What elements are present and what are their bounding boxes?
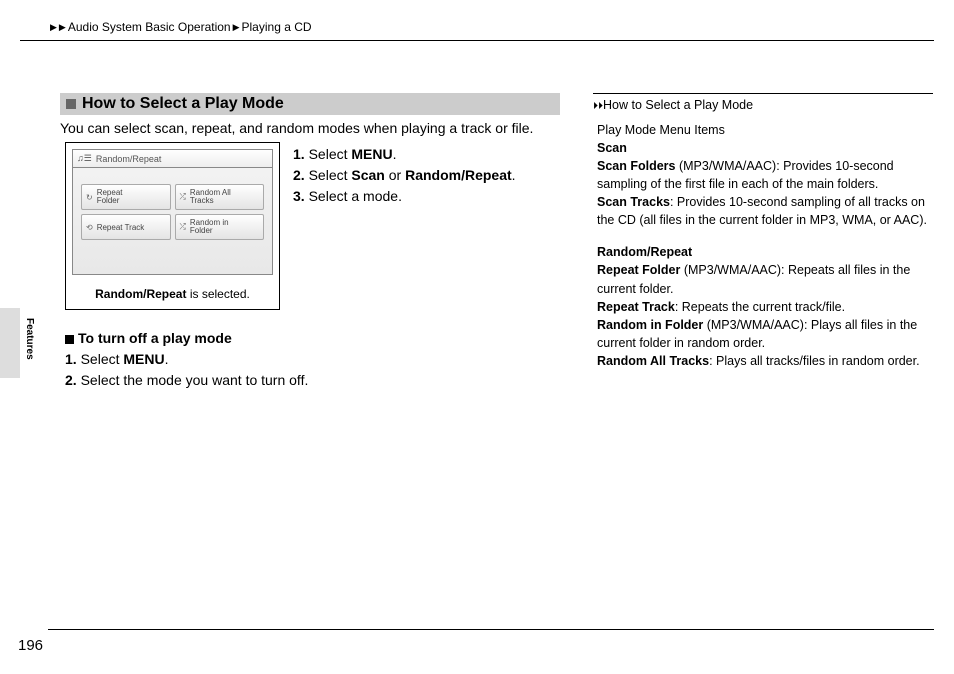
repeat-track-bold: Repeat Track [597,300,675,314]
side-tab [0,308,20,378]
step-num: 3. [293,188,309,204]
step-num: 1. [293,146,309,162]
steps-list: 1. Select MENU. 2. Select Scan or Random… [293,144,516,207]
step-1: 1. Select MENU. [293,144,516,165]
random-in-folder-line: Random in Folder (MP3/WMA/AAC): Plays al… [597,316,931,352]
repeat-folder-line: Repeat Folder (MP3/WMA/AAC): Repeats all… [597,261,931,297]
figure-caption: Random/Repeat is selected. [66,281,279,309]
repeat-icon: ⟲ [86,223,93,232]
screen-header: ♫☰ Random/Repeat [73,150,272,168]
menu-bold: MENU [123,351,164,367]
repeat-track-line: Repeat Track: Repeats the current track/… [597,298,931,316]
button-label: Repeat Track [97,223,145,232]
shuffle-icon: ⤮ [180,222,186,232]
random-all-tracks-text: : Plays all tracks/files in random order… [709,354,920,368]
step-text: Select [309,146,352,162]
sidebar-heading-row: ⏵⏵How to Select a Play Mode [593,96,933,115]
music-note-icon: ♫☰ [77,153,92,164]
triangle-icon: ▶ [233,22,240,33]
random-repeat-heading: Random/Repeat [597,245,692,259]
step-2: 2. Select Scan or Random/Repeat. [293,165,516,186]
sidebar-body: Play Mode Menu Items Scan Scan Folders (… [593,115,933,371]
page-number: 196 [18,637,43,654]
section-heading-bar: How to Select a Play Mode [60,93,560,115]
scan-bold: Scan [351,167,384,183]
screenshot-figure: ♫☰ Random/Repeat ↻ Repeat Folder ⤮ Rando… [65,142,280,310]
divider [48,629,934,630]
turn-off-section: To turn off a play mode 1. Select MENU. … [65,328,308,391]
side-tab-label: Features [24,318,35,360]
turn-off-step-2: 2. Select the mode you want to turn off. [65,370,308,391]
random-all-tracks-bold: Random All Tracks [597,354,709,368]
random-all-tracks-line: Random All Tracks: Plays all tracks/file… [597,352,931,370]
step-num: 1. [65,351,81,367]
scan-tracks-bold: Scan Tracks [597,195,670,209]
screen-title: Random/Repeat [96,154,162,164]
play-mode-items-label: Play Mode Menu Items [597,121,931,139]
screen-button-repeat-folder: ↻ Repeat Folder [81,184,171,210]
scan-tracks-line: Scan Tracks: Provides 10-second sampling… [597,193,931,229]
button-label: Random in Folder [190,219,229,235]
button-label: Repeat Folder [97,189,123,205]
breadcrumb-b: Playing a CD [242,20,312,34]
repeat-track-text: : Repeats the current track/file. [675,300,845,314]
screen-button-repeat-track: ⟲ Repeat Track [81,214,171,240]
step-text: Select a mode. [309,188,402,204]
turn-off-step-1: 1. Select MENU. [65,349,308,370]
step-text: Select [309,167,352,183]
section-title: How to Select a Play Mode [82,95,284,113]
period: . [165,351,169,367]
period: . [393,146,397,162]
step-text: Select [81,351,124,367]
divider [20,40,934,41]
triangle-icon: ▶ [59,22,66,33]
or-text: or [385,167,405,183]
repeat-icon: ↻ [86,193,93,202]
device-screen: ♫☰ Random/Repeat ↻ Repeat Folder ⤮ Rando… [72,149,273,275]
period: . [512,167,516,183]
turn-off-title: To turn off a play mode [65,328,308,349]
scan-folders-bold: Scan Folders [597,159,676,173]
screen-button-random-all: ⤮ Random All Tracks [175,184,265,210]
random-in-folder-bold: Random in Folder [597,318,703,332]
breadcrumb-a: Audio System Basic Operation [68,20,231,34]
button-label: Random All Tracks [190,189,231,205]
intro-text: You can select scan, repeat, and random … [60,120,560,136]
breadcrumb: ▶ ▶ Audio System Basic Operation ▶ Playi… [50,20,312,34]
turn-off-heading: To turn off a play mode [78,330,232,346]
step-text: Select the mode you want to turn off. [81,372,309,388]
screen-button-random-folder: ⤮ Random in Folder [175,214,265,240]
scan-heading: Scan [597,141,627,155]
sidebar-heading: How to Select a Play Mode [603,98,753,112]
caption-rest: is selected. [186,287,249,301]
rr-bold: Random/Repeat [405,167,512,183]
step-num: 2. [293,167,309,183]
double-triangle-icon: ⏵⏵ [593,101,603,112]
square-bullet-icon [65,335,74,344]
repeat-folder-bold: Repeat Folder [597,263,680,277]
triangle-icon: ▶ [50,22,57,33]
step-num: 2. [65,372,81,388]
caption-bold: Random/Repeat [95,287,186,301]
scan-folders-line: Scan Folders (MP3/WMA/AAC): Provides 10-… [597,157,931,193]
square-bullet-icon [66,99,76,109]
menu-bold: MENU [351,146,392,162]
step-3: 3. Select a mode. [293,186,516,207]
shuffle-icon: ⤮ [180,192,186,202]
sidebar-info: ⏵⏵How to Select a Play Mode Play Mode Me… [593,93,933,370]
